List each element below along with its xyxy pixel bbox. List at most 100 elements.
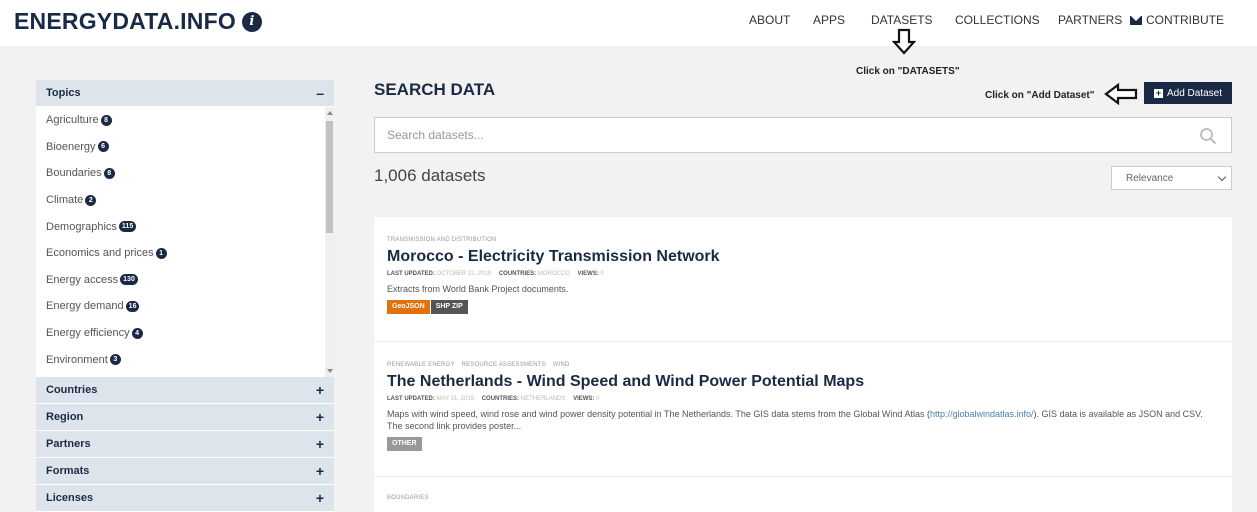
topic-label: Environment bbox=[46, 353, 108, 366]
arrow-down-icon bbox=[892, 28, 916, 55]
envelope-icon bbox=[1130, 15, 1142, 25]
meta-label: COUNTRIES: bbox=[498, 271, 537, 277]
result-meta: LAST UPDATED: OCTOBER 22, 2019 COUNTRIES… bbox=[387, 271, 1232, 277]
nav-apps[interactable]: APPS bbox=[813, 13, 845, 27]
meta-date: MAY 31, 2019 bbox=[436, 396, 475, 402]
topic-item[interactable]: Demographics 115 bbox=[36, 213, 334, 240]
topic-item[interactable]: Climate 2 bbox=[36, 187, 334, 214]
topic-label: Bioenergy bbox=[46, 140, 96, 153]
nav-contribute[interactable]: CONTRIBUTE bbox=[1130, 13, 1224, 27]
result-description: Extracts from World Bank Project documen… bbox=[387, 284, 569, 294]
count-badge: 8 bbox=[103, 167, 115, 179]
scroll-down-icon[interactable] bbox=[327, 369, 333, 373]
collapse-icon[interactable]: – bbox=[316, 85, 324, 101]
result-title[interactable]: The Netherlands - Wind Speed and Wind Po… bbox=[387, 373, 1232, 391]
info-icon[interactable]: i bbox=[241, 11, 262, 32]
result-tags: BOUNDARIES bbox=[387, 495, 1232, 501]
results-list: TRANSMISSION AND DISTRIBUTION Morocco - … bbox=[374, 217, 1232, 512]
result-description: Maps with wind speed, wind rose and wind… bbox=[387, 408, 1217, 432]
search-input[interactable] bbox=[375, 118, 1175, 152]
topic-item[interactable]: Energy efficiency 4 bbox=[36, 320, 334, 347]
nav-partners[interactable]: PARTNERS bbox=[1058, 13, 1122, 27]
count-badge: 2 bbox=[85, 194, 97, 206]
format-badge[interactable]: OTHER bbox=[387, 437, 422, 451]
facet-label: Formats bbox=[46, 465, 90, 477]
nav-contribute-label: CONTRIBUTE bbox=[1146, 13, 1224, 27]
topic-label: Energy access bbox=[46, 273, 119, 286]
logo-text[interactable]: ENERGYDATA.INFO bbox=[14, 8, 236, 35]
facet-topics[interactable]: Topics – bbox=[36, 80, 334, 107]
result-tag[interactable]: RESOURCE ASSESSMENTS bbox=[462, 362, 546, 368]
topic-label: Economics and prices bbox=[46, 247, 154, 260]
add-dataset-button[interactable]: + Add Dataset bbox=[1144, 82, 1232, 104]
result-card: TRANSMISSION AND DISTRIBUTION Morocco - … bbox=[374, 237, 1232, 342]
result-title[interactable]: Morocco - Electricity Transmission Netwo… bbox=[387, 248, 1232, 266]
plus-square-icon: + bbox=[1153, 87, 1163, 98]
topic-item[interactable]: Energy demand 16 bbox=[36, 293, 334, 320]
result-tags: TRANSMISSION AND DISTRIBUTION bbox=[387, 237, 1232, 243]
format-badges: OTHER bbox=[387, 432, 1232, 451]
meta-countries: MOROCCO bbox=[537, 271, 570, 277]
meta-label: VIEWS: bbox=[573, 396, 595, 402]
count-badge: 4 bbox=[131, 327, 143, 339]
result-tag[interactable]: TRANSMISSION AND DISTRIBUTION bbox=[387, 237, 496, 243]
expand-icon[interactable]: + bbox=[316, 436, 324, 452]
expand-icon[interactable]: + bbox=[316, 463, 324, 479]
arrow-left-icon bbox=[1104, 82, 1138, 106]
meta-label: COUNTRIES: bbox=[481, 396, 520, 402]
facet-formats[interactable]: Formats + bbox=[36, 458, 334, 485]
result-tag[interactable]: BOUNDARIES bbox=[387, 495, 429, 501]
expand-icon[interactable]: + bbox=[316, 382, 324, 398]
result-meta: LAST UPDATED: MAY 31, 2019 COUNTRIES: NE… bbox=[387, 396, 1232, 402]
meta-views: 0 bbox=[596, 396, 600, 402]
format-badge[interactable]: GeoJSON bbox=[387, 300, 430, 314]
facet-partners[interactable]: Partners + bbox=[36, 431, 334, 458]
chevron-down-icon bbox=[1217, 172, 1227, 181]
nav-about[interactable]: ABOUT bbox=[749, 13, 790, 27]
topic-label: Climate bbox=[46, 194, 84, 207]
meta-label: LAST UPDATED: bbox=[387, 396, 435, 402]
result-tag[interactable]: WIND bbox=[553, 362, 570, 368]
site-header: ENERGYDATA.INFO i ABOUT APPS DATASETS CO… bbox=[0, 0, 1257, 46]
page-title: SEARCH DATA bbox=[374, 80, 496, 99]
expand-icon[interactable]: + bbox=[316, 409, 324, 425]
sort-select[interactable]: Relevance bbox=[1111, 166, 1232, 190]
meta-label: VIEWS: bbox=[577, 271, 599, 277]
result-card: RENEWABLE ENERGY RESOURCE ASSESSMENTS WI… bbox=[374, 362, 1232, 477]
site-logo[interactable]: ENERGYDATA.INFO i bbox=[14, 8, 262, 35]
facet-label: Region bbox=[46, 411, 84, 423]
facet-countries[interactable]: Countries + bbox=[36, 377, 334, 404]
facet-licenses[interactable]: Licenses + bbox=[36, 485, 334, 512]
meta-countries: NETHERLANDS bbox=[520, 396, 566, 402]
expand-icon[interactable]: + bbox=[316, 490, 324, 506]
search-icon[interactable] bbox=[1199, 127, 1217, 145]
sort-value: Relevance bbox=[1126, 172, 1174, 184]
annotation-add-dataset: Click on "Add Dataset" bbox=[985, 90, 1095, 101]
topic-item[interactable]: Boundaries 8 bbox=[36, 160, 334, 187]
topic-item[interactable]: Agriculture 8 bbox=[36, 107, 334, 134]
count-badge: 3 bbox=[109, 354, 121, 366]
facet-region[interactable]: Region + bbox=[36, 404, 334, 431]
topic-label: Demographics bbox=[46, 220, 117, 233]
topic-item[interactable]: Bioenergy 6 bbox=[36, 134, 334, 161]
topic-item[interactable]: Environment 3 bbox=[36, 346, 334, 373]
scroll-thumb[interactable] bbox=[326, 121, 333, 233]
count-badge: 16 bbox=[125, 300, 140, 312]
meta-label: LAST UPDATED: bbox=[387, 271, 435, 277]
topic-item[interactable]: Economics and prices 1 bbox=[36, 240, 334, 267]
format-badge[interactable]: SHP ZIP bbox=[430, 300, 468, 314]
facet-label: Partners bbox=[46, 438, 91, 450]
search-bar bbox=[374, 117, 1232, 153]
topic-label: Agriculture bbox=[46, 114, 99, 127]
description-link[interactable]: http://globalwindatlas.info/ bbox=[930, 409, 1034, 419]
result-card: BOUNDARIES bbox=[374, 495, 1232, 512]
nav-collections[interactable]: COLLECTIONS bbox=[955, 13, 1040, 27]
facet-label: Countries bbox=[46, 384, 98, 396]
result-tag[interactable]: RENEWABLE ENERGY bbox=[387, 362, 455, 368]
scroll-up-icon[interactable] bbox=[327, 111, 333, 115]
add-dataset-label: Add Dataset bbox=[1166, 87, 1223, 99]
topics-scrollbar[interactable] bbox=[325, 107, 334, 377]
nav-datasets[interactable]: DATASETS bbox=[871, 13, 933, 27]
topic-item[interactable]: Energy access 130 bbox=[36, 267, 334, 294]
meta-date: OCTOBER 22, 2019 bbox=[436, 271, 492, 277]
